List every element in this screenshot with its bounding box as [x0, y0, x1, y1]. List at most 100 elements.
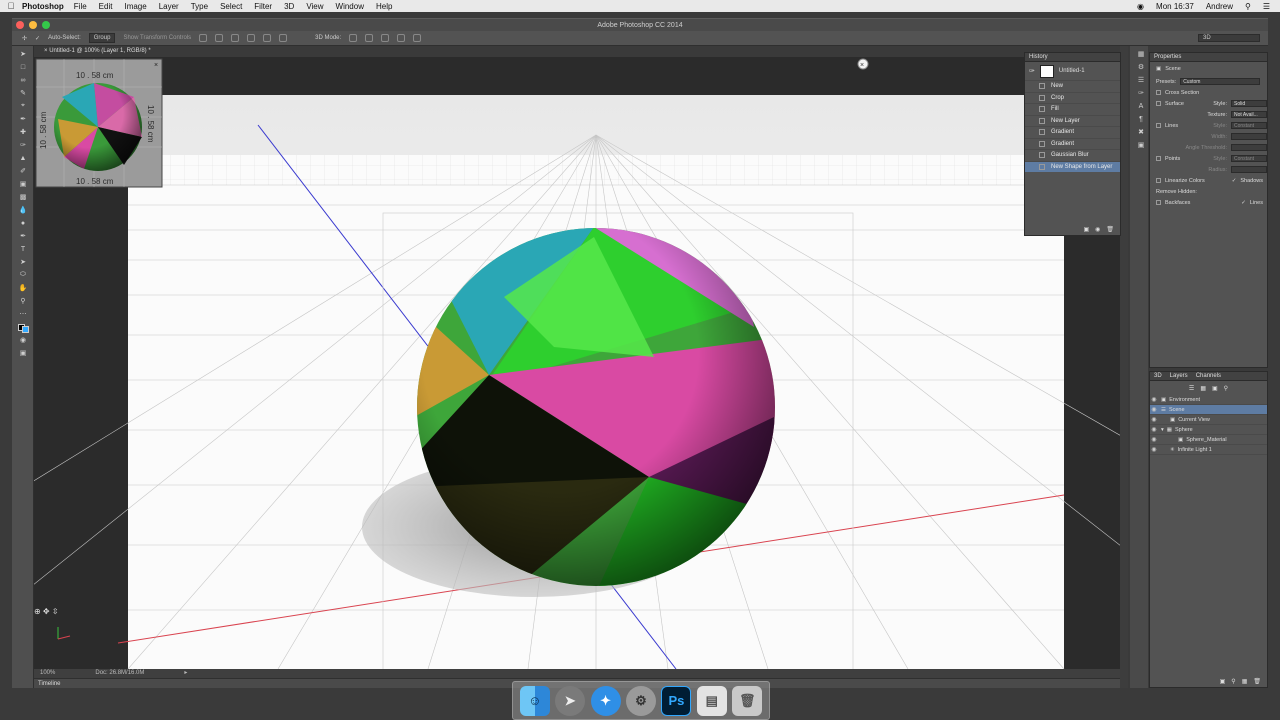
doc-size[interactable]: Doc: 26.8M/16.0M — [95, 669, 144, 678]
history-item[interactable]: Fill — [1025, 103, 1120, 115]
presets-dropdown[interactable]: Custom — [1180, 78, 1261, 85]
distribute-icon[interactable] — [247, 34, 256, 42]
vertical-scrollbar[interactable] — [1120, 46, 1128, 688]
visibility-eye-icon[interactable]: ◉ — [1150, 426, 1158, 433]
history-item[interactable]: New Layer — [1025, 114, 1120, 127]
minimize-window-button[interactable] — [29, 21, 37, 29]
surface-checkbox[interactable] — [1156, 101, 1161, 106]
extra-tools-icon[interactable]: ⋯ — [16, 309, 30, 319]
lines-checkbox[interactable] — [1156, 123, 1161, 128]
brush-icon[interactable]: ✑ — [1029, 67, 1035, 75]
photoshop-icon[interactable]: Ps — [661, 685, 692, 716]
zoom-level[interactable]: 100% — [40, 669, 55, 678]
canvas-area[interactable]: 10 . 58 cm 10 . 58 cm 10 . 58 cm 10 . 58… — [34, 57, 1120, 669]
healing-tool-icon[interactable]: ✚ — [16, 127, 30, 137]
points-radius-field[interactable] — [1231, 166, 1267, 173]
eyedropper-tool-icon[interactable]: ✒ — [16, 114, 30, 124]
new-snapshot-icon[interactable]: ◉ — [1095, 226, 1100, 233]
trash-icon[interactable]: 🗑 — [1106, 226, 1114, 233]
trash-icon[interactable]: 🗑 — [732, 685, 763, 716]
history-snapshot[interactable]: ✑ Untitled-1 — [1025, 62, 1120, 80]
menu-file[interactable]: File — [74, 2, 87, 11]
distribute-icon[interactable] — [279, 34, 288, 42]
gradient-tool-icon[interactable]: ▩ — [16, 192, 30, 202]
distribute-icon[interactable] — [263, 34, 272, 42]
remove-hidden-lines-checkbox[interactable]: ✓ — [1241, 200, 1246, 206]
system-preferences-icon[interactable]: ⚙ — [625, 685, 656, 716]
document-tab[interactable]: × Untitled-1 @ 100% (Layer 1, RGB/8) * — [34, 46, 1120, 57]
document-tab-close-icon[interactable]: × — [44, 48, 48, 54]
shape-tool-icon[interactable]: ⬭ — [16, 270, 30, 280]
menu-filter[interactable]: Filter — [254, 2, 272, 11]
lasso-tool-icon[interactable]: ∞ — [16, 75, 30, 85]
cross-section-checkbox[interactable] — [1156, 90, 1161, 95]
user-name[interactable]: Andrew — [1206, 2, 1233, 11]
launchpad-icon[interactable]: ➤ — [555, 685, 586, 716]
pen-tool-icon[interactable]: ✒ — [16, 231, 30, 241]
scale-3d-icon[interactable] — [413, 34, 422, 42]
menu-window[interactable]: Window — [336, 2, 364, 11]
points-checkbox[interactable] — [1156, 156, 1161, 161]
clock[interactable]: Mon 16:37 — [1156, 2, 1194, 11]
tab-layers[interactable]: Layers — [1170, 372, 1188, 380]
lines-style-dropdown[interactable]: Constant — [1231, 122, 1267, 129]
zoom-tool-icon[interactable]: ⚲ — [16, 296, 30, 306]
group-select[interactable]: Group — [88, 33, 116, 43]
surface-style-dropdown[interactable]: Solid — [1231, 100, 1267, 107]
lines-width-field[interactable] — [1231, 133, 1267, 140]
history-item[interactable]: Gaussian Blur — [1025, 149, 1120, 161]
history-item[interactable]: New — [1025, 80, 1120, 92]
history-brush-tool-icon[interactable]: ✐ — [16, 166, 30, 176]
eraser-tool-icon[interactable]: ▣ — [16, 179, 30, 189]
crop-tool-icon[interactable]: ⌖ — [16, 101, 30, 111]
trash-icon[interactable]: 🗑 — [1253, 678, 1261, 685]
rotate-3d-icon[interactable] — [349, 34, 358, 42]
dodge-tool-icon[interactable]: ● — [16, 218, 30, 228]
workspace-select[interactable]: 3D — [1198, 34, 1260, 42]
menu-layer[interactable]: Layer — [159, 2, 179, 11]
menu-edit[interactable]: Edit — [99, 2, 113, 11]
marquee-tool-icon[interactable]: □ — [16, 62, 30, 72]
stamp-tool-icon[interactable]: ▲ — [16, 153, 30, 163]
visibility-eye-icon[interactable]: ◉ — [1150, 416, 1158, 423]
gear-icon[interactable]: ⚙ — [1134, 62, 1148, 72]
type-panel-icon[interactable]: A — [1134, 101, 1148, 111]
texture-dropdown[interactable]: Not Avail... — [1231, 111, 1267, 118]
menu-image[interactable]: Image — [124, 2, 146, 11]
slide-3d-icon[interactable] — [397, 34, 406, 42]
tab-channels[interactable]: Channels — [1196, 372, 1221, 380]
backfaces-checkbox[interactable] — [1156, 200, 1161, 205]
move-tool-icon[interactable]: ✢ — [22, 35, 27, 42]
status-arrow-icon[interactable]: ▸ — [184, 669, 187, 678]
roll-3d-icon[interactable] — [365, 34, 374, 42]
shadows-checkbox[interactable]: ✓ — [1232, 178, 1237, 184]
visibility-eye-icon[interactable]: ◉ — [1150, 396, 1158, 403]
render-icon[interactable]: ▣ — [1220, 678, 1226, 685]
3d-tree-item[interactable]: ◉ ✳ Infinite Light 1 — [1150, 445, 1267, 455]
align-icon[interactable] — [231, 34, 240, 42]
paragraph-panel-icon[interactable]: ¶ — [1134, 114, 1148, 124]
close-window-button[interactable] — [16, 21, 24, 29]
filter-material-icon[interactable]: ▣ — [1212, 385, 1218, 392]
3d-tree-item-selected[interactable]: ◉ ☰ Scene — [1150, 405, 1267, 415]
apple-icon[interactable]:  — [0, 1, 22, 11]
history-item-selected[interactable]: New Shape from Layer — [1025, 160, 1120, 172]
history-item[interactable]: Gradient — [1025, 137, 1120, 150]
app-menu[interactable]: Photoshop — [22, 2, 64, 11]
drag-3d-icon[interactable] — [381, 34, 390, 42]
tools-panel-icon[interactable]: ✖ — [1134, 127, 1148, 137]
menu-view[interactable]: View — [306, 2, 323, 11]
3d-viewport[interactable]: 10 . 58 cm 10 . 58 cm 10 . 58 cm 10 . 58… — [34, 57, 1120, 669]
swatches-panel-icon[interactable]: ▣ — [1134, 140, 1148, 150]
properties-panel-title[interactable]: Properties — [1150, 53, 1267, 62]
navigator-close-icon[interactable]: × — [154, 62, 158, 69]
disclosure-triangle-icon[interactable]: ▾ — [1161, 427, 1164, 433]
filter-light-icon[interactable]: ⚲ — [1224, 385, 1228, 392]
color-swatches-icon[interactable] — [16, 322, 30, 333]
navigator-panel-icon[interactable]: ▦ — [1134, 49, 1148, 59]
wifi-icon[interactable]: ◉ — [1137, 2, 1144, 11]
screen-mode-icon[interactable]: ▣ — [16, 348, 30, 358]
tab-3d[interactable]: 3D — [1154, 372, 1162, 380]
points-style-dropdown[interactable]: Constant — [1231, 155, 1267, 162]
menu-select[interactable]: Select — [220, 2, 242, 11]
